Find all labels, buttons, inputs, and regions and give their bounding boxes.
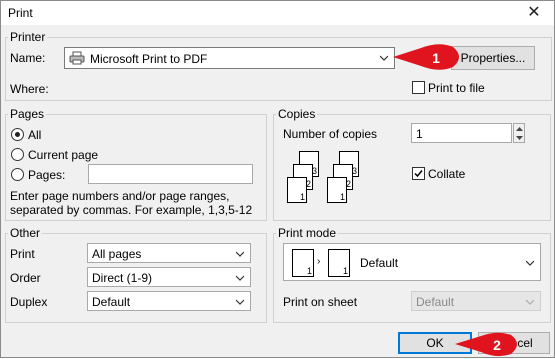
print-to-file-label: Print to file (428, 81, 485, 95)
duplex-value: Default (92, 295, 131, 309)
pages-group-label: Pages (8, 107, 47, 121)
radio-all-label: All (28, 128, 42, 142)
title-bar: Print ✕ (1, 1, 554, 25)
print-range-value: All pages (92, 247, 142, 261)
stack1-page1: 1 (287, 177, 307, 203)
copies-count-label: Number of copies (283, 127, 378, 141)
arrow-right-icon: › (317, 256, 321, 267)
collate-label: Collate (428, 167, 466, 181)
duplex-select[interactable]: Default (87, 291, 251, 311)
print-mode-group-label: Print mode (276, 226, 339, 240)
copies-count-value: 1 (416, 127, 423, 141)
where-label: Where: (10, 82, 49, 96)
stack2-page1-number: 1 (339, 192, 345, 202)
other-group-label: Other (8, 226, 43, 240)
printer-icon (69, 51, 85, 65)
chevron-down-icon (236, 275, 244, 281)
chevron-down-icon (236, 251, 244, 257)
stack2-page1: 1 (327, 177, 347, 203)
mode-source-page: 1 (292, 249, 314, 277)
radio-pages[interactable] (11, 168, 24, 181)
mode-source-number: 1 (306, 266, 312, 276)
printer-name-value: Microsoft Print to PDF (90, 52, 208, 66)
spin-up-icon (516, 127, 523, 131)
mode-target-page: 1 (328, 249, 350, 277)
print-to-file-checkbox[interactable] (412, 81, 425, 94)
print-dialog: Print ✕ Printer Name: Microsoft Print to… (0, 0, 555, 358)
callout-2-number: 2 (493, 337, 501, 353)
chevron-down-icon (380, 55, 388, 61)
spin-down-icon (516, 136, 523, 140)
print-range-select[interactable]: All pages (87, 243, 251, 263)
stack1-page1-number: 1 (299, 192, 305, 202)
duplex-label: Duplex (10, 295, 48, 309)
order-label: Order (10, 271, 41, 285)
copies-spinner[interactable] (513, 123, 525, 143)
print-mode-select[interactable]: 1 › 1 Default (283, 243, 541, 281)
collate-checkbox[interactable] (412, 167, 425, 180)
print-range-label: Print (10, 247, 35, 261)
print-on-sheet-label: Print on sheet (283, 295, 358, 309)
chevron-down-icon (526, 299, 534, 305)
pages-hint-line1: Enter page numbers and/or page ranges, (10, 189, 230, 203)
radio-current-page-label: Current page (28, 148, 99, 162)
chevron-down-icon (236, 299, 244, 305)
pages-hint-line2: separated by commas. For example, 1,3,5-… (10, 203, 253, 217)
close-icon[interactable]: ✕ (524, 3, 544, 23)
callout-1-number: 1 (432, 50, 440, 66)
order-value: Direct (1-9) (92, 271, 153, 285)
chevron-down-icon (526, 260, 534, 266)
radio-current-page[interactable] (11, 148, 24, 161)
mode-target-number: 1 (342, 266, 348, 276)
copies-group-label: Copies (276, 107, 318, 121)
collate-illustration: 3 2 1 3 2 1 (285, 151, 365, 206)
radio-pages-label: Pages: (28, 168, 66, 182)
print-on-sheet-select[interactable]: Default (411, 291, 541, 311)
pages-range-input[interactable] (88, 164, 253, 184)
print-mode-value: Default (360, 256, 399, 270)
print-on-sheet-value: Default (416, 295, 455, 309)
printer-name-label: Name: (10, 51, 46, 65)
radio-all[interactable] (11, 128, 24, 141)
checkmark-icon (414, 170, 423, 178)
order-select[interactable]: Direct (1-9) (87, 267, 251, 287)
copies-count-input[interactable]: 1 (411, 123, 512, 143)
dialog-title: Print (8, 6, 33, 20)
printer-group-label: Printer (8, 30, 48, 44)
printer-name-select[interactable]: Microsoft Print to PDF (64, 47, 395, 69)
